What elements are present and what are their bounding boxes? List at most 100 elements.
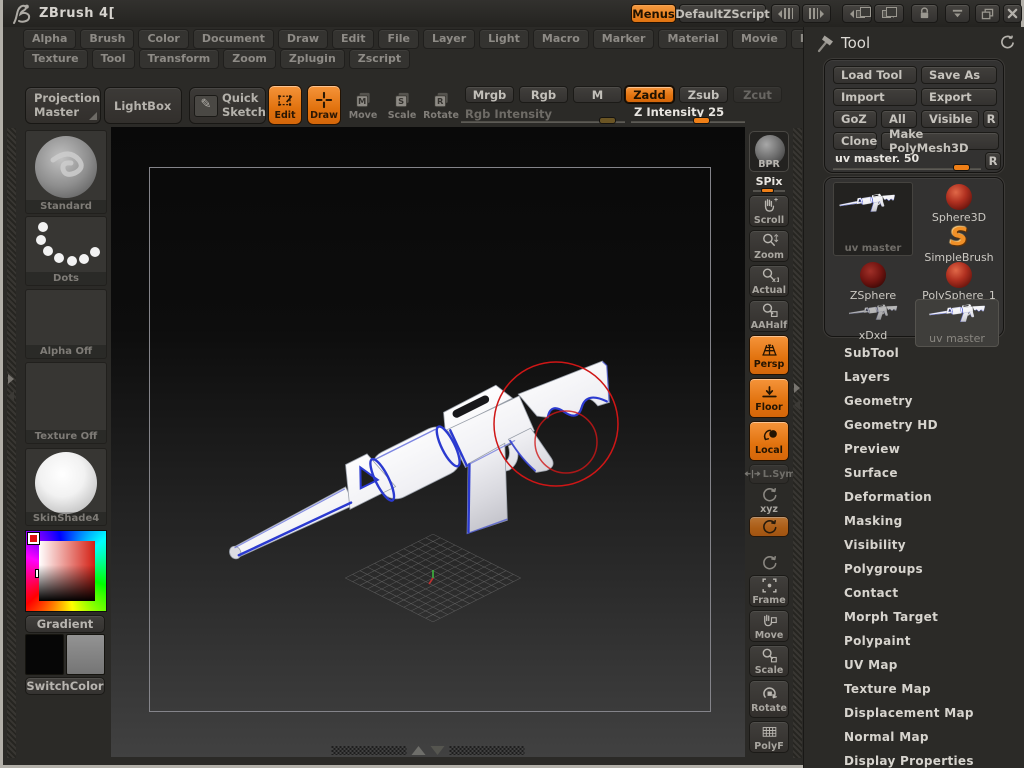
tool-section-header[interactable]: Displacement Map: [820, 701, 1020, 725]
mode-button[interactable]: Move: [346, 85, 380, 125]
default-zscript-button[interactable]: DefaultZScript: [675, 4, 770, 23]
tool-section-header[interactable]: Masking: [820, 509, 1020, 533]
visible-button[interactable]: Visible: [921, 110, 979, 128]
current-material-thumbnail[interactable]: SkinShade4: [25, 448, 107, 526]
shelf-button[interactable]: Floor: [749, 378, 789, 418]
mode-button[interactable]: Draw: [307, 85, 341, 125]
current-tool-thumbnail[interactable]: uv master: [833, 182, 913, 256]
current-texture-thumbnail[interactable]: Texture Off: [25, 362, 107, 444]
menu-button[interactable]: Zscript: [348, 49, 411, 69]
sculpt-mode-button[interactable]: Zcut: [733, 86, 782, 103]
active-tool-slider-handle[interactable]: [953, 164, 970, 171]
make-polymesh3d-button[interactable]: Make PolyMesh3D: [881, 127, 999, 155]
tool-section-header[interactable]: Surface: [820, 461, 1020, 485]
color-picker[interactable]: [25, 530, 107, 612]
menu-button[interactable]: Tool: [91, 49, 135, 69]
menu-button[interactable]: Edit: [332, 29, 375, 49]
quick-sketch-button[interactable]: ✎ Quick Sketch: [189, 87, 266, 124]
shelf-button[interactable]: Rotate: [749, 680, 789, 718]
paint-mode-button[interactable]: Rgb: [519, 86, 568, 103]
shelf-button[interactable]: Frame: [749, 575, 789, 607]
goz-button[interactable]: GoZ: [833, 110, 877, 128]
tool-section-header[interactable]: Polygroups: [820, 557, 1020, 581]
z-intensity-slider[interactable]: [631, 121, 745, 123]
shelf-button[interactable]: Local: [749, 421, 789, 461]
tool-section-header[interactable]: Geometry: [820, 389, 1020, 413]
save-as-button[interactable]: Save As: [921, 66, 997, 84]
tool-palette-item[interactable]: uv master: [915, 299, 999, 347]
menus-button[interactable]: Menus: [631, 4, 676, 23]
color-picker-selector[interactable]: [27, 532, 40, 545]
menu-button[interactable]: Alpha: [23, 29, 77, 49]
mode-button[interactable]: Rotate: [423, 85, 459, 125]
menu-button[interactable]: Macro: [532, 29, 589, 49]
mode-button[interactable]: Scale: [385, 85, 419, 125]
tool-palette-item[interactable]: PolySphere_1: [919, 262, 999, 302]
tool-section-header[interactable]: Preview: [820, 437, 1020, 461]
menu-button[interactable]: Layer: [422, 29, 476, 49]
main-color-swatch[interactable]: [25, 634, 64, 675]
projection-master-button[interactable]: Projection Master: [25, 87, 101, 124]
shelf-button[interactable]: Zoom: [749, 230, 789, 262]
goz-r-button[interactable]: R: [983, 110, 999, 128]
import-button[interactable]: Import: [833, 88, 917, 106]
shelf-button[interactable]: Scale: [749, 645, 789, 677]
shelf-button[interactable]: AAHalf: [749, 300, 789, 332]
previous-document-button[interactable]: [842, 4, 872, 23]
paint-mode-button[interactable]: M: [573, 86, 622, 103]
load-tool-button[interactable]: Load Tool: [833, 66, 917, 84]
spix-handle[interactable]: [761, 188, 774, 193]
menu-button[interactable]: Transform: [138, 49, 220, 69]
right-tray-divider[interactable]: [793, 128, 802, 758]
menu-button[interactable]: Material: [658, 29, 728, 49]
tool-palette-item[interactable]: xDxd: [833, 302, 913, 342]
current-stroke-thumbnail[interactable]: Dots: [25, 216, 107, 286]
menu-button[interactable]: Zplugin: [279, 49, 345, 69]
slider-r-button[interactable]: R: [985, 152, 1001, 170]
shelf-button[interactable]: Actual: [749, 265, 789, 297]
sculpt-mode-button[interactable]: Zadd: [625, 86, 674, 103]
current-alpha-thumbnail[interactable]: Alpha Off: [25, 289, 107, 359]
menu-button[interactable]: File: [378, 29, 419, 49]
tool-palette-item[interactable]: Sphere3D: [919, 184, 999, 224]
shelf-button[interactable]: [749, 552, 789, 572]
menu-button[interactable]: Marker: [592, 29, 655, 49]
tool-section-header[interactable]: Morph Target: [820, 605, 1020, 629]
menu-button[interactable]: Color: [138, 29, 189, 49]
all-button[interactable]: All: [881, 110, 917, 128]
shelf-button[interactable]: L.Sym: [749, 464, 795, 484]
lightbox-button[interactable]: LightBox: [104, 87, 182, 124]
menu-button[interactable]: Document: [192, 29, 274, 49]
tool-section-header[interactable]: Normal Map: [820, 725, 1020, 749]
close-button[interactable]: [1003, 4, 1022, 23]
paint-mode-button[interactable]: Mrgb: [465, 86, 514, 103]
tray-collapse-left-button[interactable]: [771, 4, 800, 23]
canvas-tray-divider[interactable]: [331, 746, 525, 755]
menu-button[interactable]: Draw: [277, 29, 329, 49]
color-picker-sv-square[interactable]: [39, 541, 95, 601]
tray-collapse-right-button[interactable]: [802, 4, 831, 23]
tool-section-header[interactable]: Deformation: [820, 485, 1020, 509]
left-tray-divider[interactable]: [7, 128, 16, 758]
tool-section-header[interactable]: UV Map: [820, 653, 1020, 677]
secondary-color-swatch[interactable]: [66, 634, 105, 675]
menu-button[interactable]: Light: [479, 29, 529, 49]
lock-button[interactable]: [911, 4, 938, 23]
shelf-button[interactable]: xyz: [749, 487, 789, 515]
tool-section-header[interactable]: Display Properties: [820, 749, 1020, 768]
gradient-button[interactable]: Gradient: [25, 615, 105, 633]
menu-button[interactable]: Movie: [731, 29, 787, 49]
tool-section-header[interactable]: Contact: [820, 581, 1020, 605]
sculpt-mode-button[interactable]: Zsub: [679, 86, 728, 103]
rgb-intensity-handle[interactable]: [599, 117, 616, 124]
switch-color-button[interactable]: SwitchColor: [25, 677, 105, 695]
tool-section-header[interactable]: SubTool: [820, 341, 1020, 365]
reset-history-icon[interactable]: [1000, 35, 1015, 50]
menu-button[interactable]: Texture: [23, 49, 88, 69]
tool-section-header[interactable]: Layers: [820, 365, 1020, 389]
clone-button[interactable]: Clone: [833, 132, 877, 150]
shelf-button[interactable]: [749, 516, 789, 537]
shelf-button[interactable]: PolyF: [749, 721, 789, 753]
tool-section-header[interactable]: Geometry HD: [820, 413, 1020, 437]
next-document-button[interactable]: [874, 4, 904, 23]
